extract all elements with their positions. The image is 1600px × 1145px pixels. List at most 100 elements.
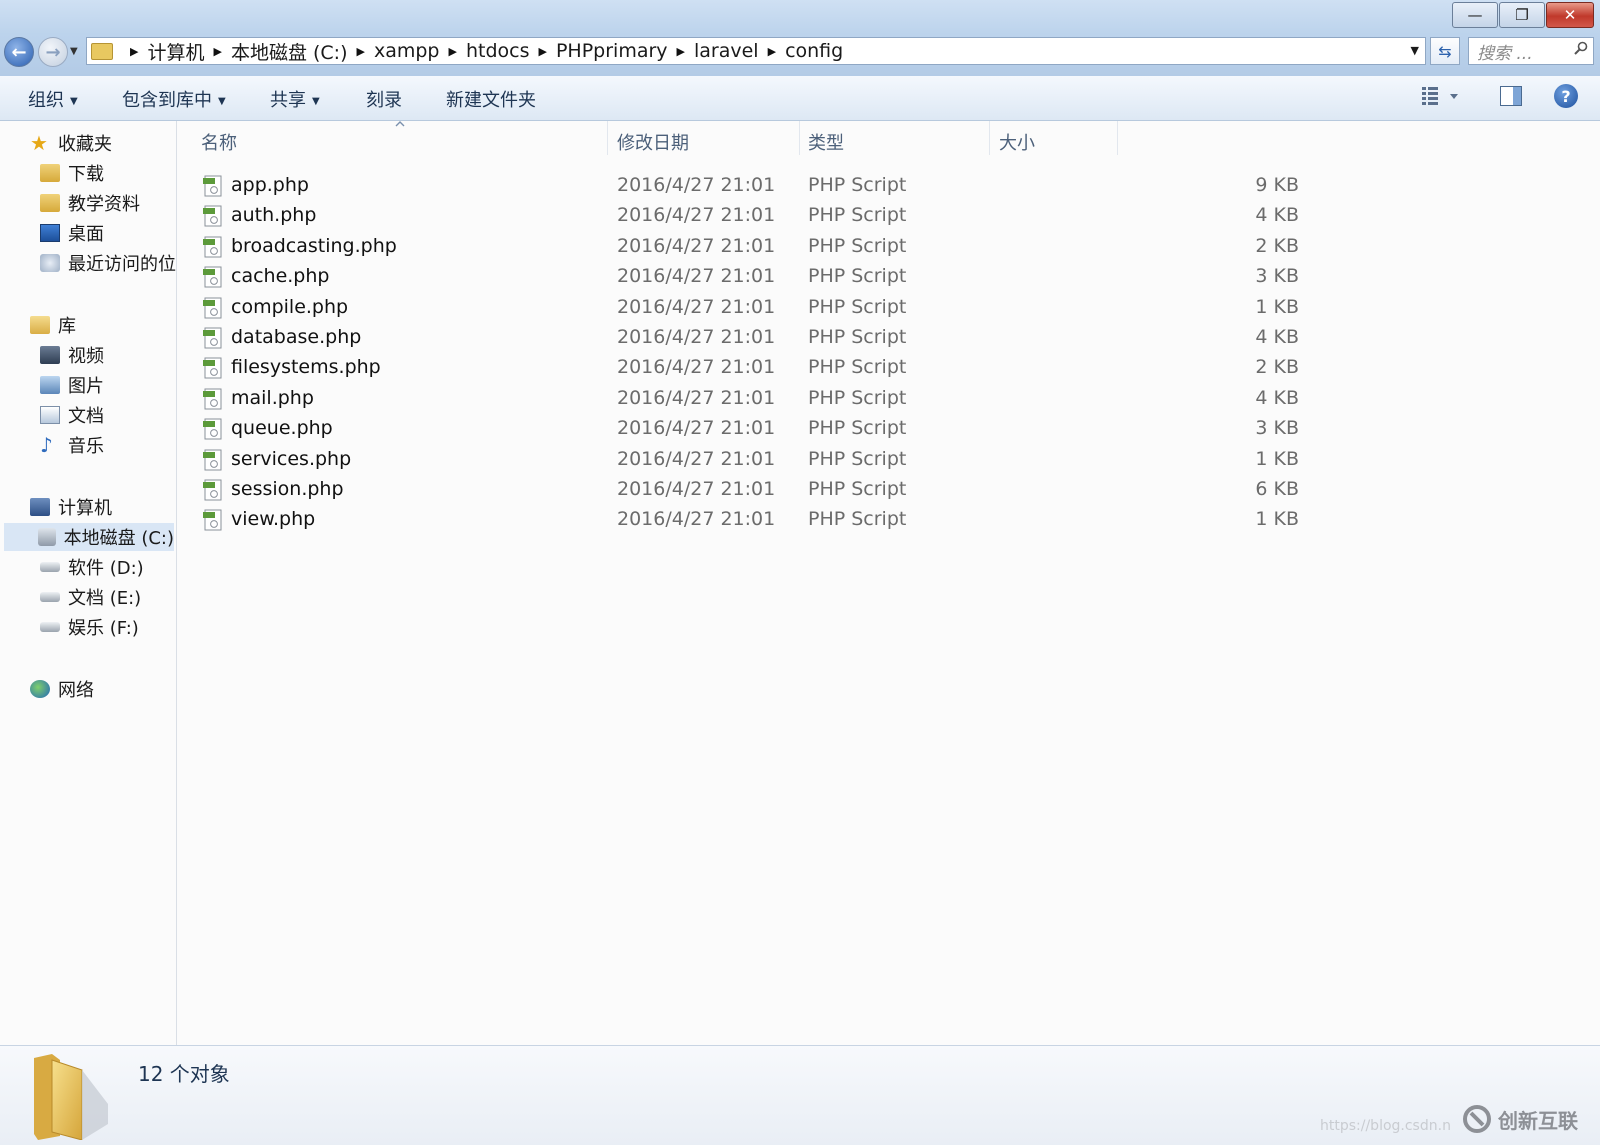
nav-drive-c[interactable]: 本地磁盘 (C:) [4, 523, 174, 551]
restore-button[interactable]: ❐ [1499, 2, 1545, 28]
nav-drive-e[interactable]: 文档 (E:) [40, 583, 141, 611]
recent-pages-dropdown-icon[interactable]: ▼ [70, 46, 78, 57]
file-date: 2016/4/27 21:01 [617, 478, 776, 500]
chevron-right-icon[interactable]: ▶ [213, 45, 221, 58]
breadcrumb-computer[interactable]: 计算机 [147, 38, 204, 65]
breadcrumb-config[interactable]: config [785, 40, 843, 62]
file-name: app.php [231, 174, 309, 196]
file-row[interactable]: queue.php 2016/4/27 21:01 PHP Script 3 KB [199, 414, 1299, 444]
nav-network[interactable]: 网络 [30, 675, 94, 703]
file-row[interactable]: services.php 2016/4/27 21:01 PHP Script 1 K… [199, 445, 1299, 475]
column-divider[interactable] [1117, 121, 1118, 155]
file-date: 2016/4/27 21:01 [617, 204, 776, 227]
nav-drive-f-label: 娱乐 (F:) [68, 618, 139, 639]
nav-recent-places[interactable]: 最近访问的位 [40, 249, 176, 277]
file-row[interactable]: database.php 2016/4/27 21:01 PHP Script 4 K… [199, 323, 1299, 353]
nav-music[interactable]: ♪ 音乐 [40, 431, 104, 459]
nav-teaching-materials[interactable]: 教学资料 [40, 189, 140, 217]
file-row[interactable]: filesystems.php 2016/4/27 21:01 PHP Script… [199, 353, 1299, 383]
file-size: 9 KB [1255, 174, 1299, 196]
nav-documents-label: 文档 [68, 406, 104, 427]
column-divider[interactable] [989, 121, 990, 155]
search-input[interactable]: 搜索 ... [1468, 37, 1594, 65]
file-row[interactable]: view.php 2016/4/27 21:01 PHP Script 1 KB [199, 505, 1299, 535]
minimize-button[interactable]: — [1452, 2, 1498, 28]
breadcrumb-phpprimary[interactable]: PHPprimary [556, 40, 668, 62]
file-row[interactable]: auth.php 2016/4/27 21:01 PHP Script 4 KB [199, 201, 1299, 231]
column-header-date[interactable]: 修改日期 [617, 129, 689, 155]
back-button[interactable]: ← [4, 37, 34, 67]
file-size: 4 KB [1255, 386, 1299, 409]
php-file-icon [203, 509, 222, 531]
nav-desktop-label: 桌面 [68, 224, 104, 245]
nav-drive-d[interactable]: 软件 (D:) [40, 553, 144, 581]
file-row[interactable]: session.php 2016/4/27 21:01 PHP Script 6 KB [199, 475, 1299, 505]
brand-logo-icon [1463, 1105, 1491, 1133]
file-type: PHP Script [808, 478, 907, 500]
computer-icon [30, 498, 50, 516]
share-label: 共享 [270, 90, 306, 111]
file-name: database.php [231, 326, 362, 348]
nav-videos[interactable]: 视频 [40, 341, 104, 369]
file-row[interactable]: mail.php 2016/4/27 21:01 PHP Script 4 KB [199, 384, 1299, 414]
help-icon[interactable]: ? [1554, 84, 1578, 108]
nav-music-label: 音乐 [68, 436, 104, 457]
search-icon[interactable] [1574, 41, 1588, 55]
breadcrumb-drive-c[interactable]: 本地磁盘 (C:) [231, 38, 348, 65]
chevron-right-icon[interactable]: ▶ [449, 45, 457, 58]
file-type: PHP Script [808, 234, 907, 257]
chevron-right-icon[interactable]: ▶ [130, 45, 138, 58]
share-menu[interactable]: 共享 ▼ [270, 86, 320, 112]
file-row[interactable]: compile.php 2016/4/27 21:01 PHP Script 1 KB [199, 293, 1299, 323]
pictures-icon [40, 376, 60, 394]
nav-favorites[interactable]: ★ 收藏夹 [30, 129, 112, 157]
desktop-icon [40, 224, 60, 242]
change-view-icon[interactable] [1422, 86, 1460, 106]
nav-documents[interactable]: 文档 [40, 401, 104, 429]
column-header-type[interactable]: 类型 [808, 129, 844, 155]
nav-favorites-label: 收藏夹 [58, 134, 112, 155]
include-in-library-menu[interactable]: 包含到库中 ▼ [122, 86, 226, 112]
address-bar[interactable]: ▶ 计算机 ▶ 本地磁盘 (C:) ▶ xampp ▶ htdocs ▶ PHP… [86, 37, 1426, 65]
nav-drive-f[interactable]: 娱乐 (F:) [40, 613, 139, 641]
file-date: 2016/4/27 21:01 [617, 356, 776, 379]
breadcrumb-laravel[interactable]: laravel [694, 40, 759, 62]
column-header-size[interactable]: 大小 [999, 129, 1035, 155]
organize-menu[interactable]: 组织 ▼ [28, 86, 78, 112]
nav-downloads[interactable]: 下载 [40, 159, 104, 187]
file-row[interactable]: app.php 2016/4/27 21:01 PHP Script 9 KB [199, 171, 1299, 201]
close-button[interactable]: ✕ [1546, 2, 1594, 28]
file-date: 2016/4/27 21:01 [617, 417, 776, 440]
nav-computer[interactable]: 计算机 [30, 493, 112, 521]
php-file-icon [203, 205, 222, 227]
file-name: queue.php [231, 417, 333, 440]
command-toolbar: 组织 ▼ 包含到库中 ▼ 共享 ▼ 刻录 新建文件夹 [0, 76, 1600, 121]
file-row[interactable]: cache.php 2016/4/27 21:01 PHP Script 3 KB [199, 262, 1299, 292]
chevron-right-icon[interactable]: ▶ [539, 45, 547, 58]
breadcrumb-xampp[interactable]: xampp [374, 40, 440, 62]
nav-libraries[interactable]: 库 [30, 311, 76, 339]
chevron-right-icon[interactable]: ▶ [768, 45, 776, 58]
column-divider[interactable] [799, 121, 800, 155]
documents-icon [40, 406, 60, 424]
new-folder-button[interactable]: 新建文件夹 [446, 86, 536, 112]
preview-pane-icon[interactable] [1500, 86, 1522, 106]
nav-pictures[interactable]: 图片 [40, 371, 104, 399]
nav-desktop[interactable]: 桌面 [40, 219, 104, 247]
breadcrumb-htdocs[interactable]: htdocs [466, 40, 530, 62]
file-row[interactable]: broadcasting.php 2016/4/27 21:01 PHP Scrip… [199, 232, 1299, 262]
forward-button[interactable]: → [38, 37, 68, 67]
chevron-right-icon[interactable]: ▶ [357, 45, 365, 58]
burn-button[interactable]: 刻录 [366, 86, 402, 112]
refresh-button[interactable]: ⇆ [1430, 37, 1460, 65]
column-divider[interactable] [607, 121, 608, 155]
chevron-right-icon[interactable]: ▶ [677, 45, 685, 58]
file-name: session.php [231, 478, 344, 500]
column-header-name[interactable]: 名称 [201, 129, 237, 155]
file-size: 1 KB [1255, 295, 1299, 318]
php-file-icon [203, 266, 222, 288]
address-history-dropdown-icon[interactable]: ▼ [1411, 44, 1419, 57]
nav-teaching-materials-label: 教学资料 [68, 194, 140, 215]
navigation-pane: ★ 收藏夹 下载 教学资料 桌面 最近访问的位 库 视频 图片 文档 ♪ 音乐 [0, 121, 177, 1045]
title-bar: — ❐ ✕ ← → ▼ ▶ 计算机 ▶ 本地磁盘 (C:) ▶ xampp ▶ … [0, 0, 1600, 77]
